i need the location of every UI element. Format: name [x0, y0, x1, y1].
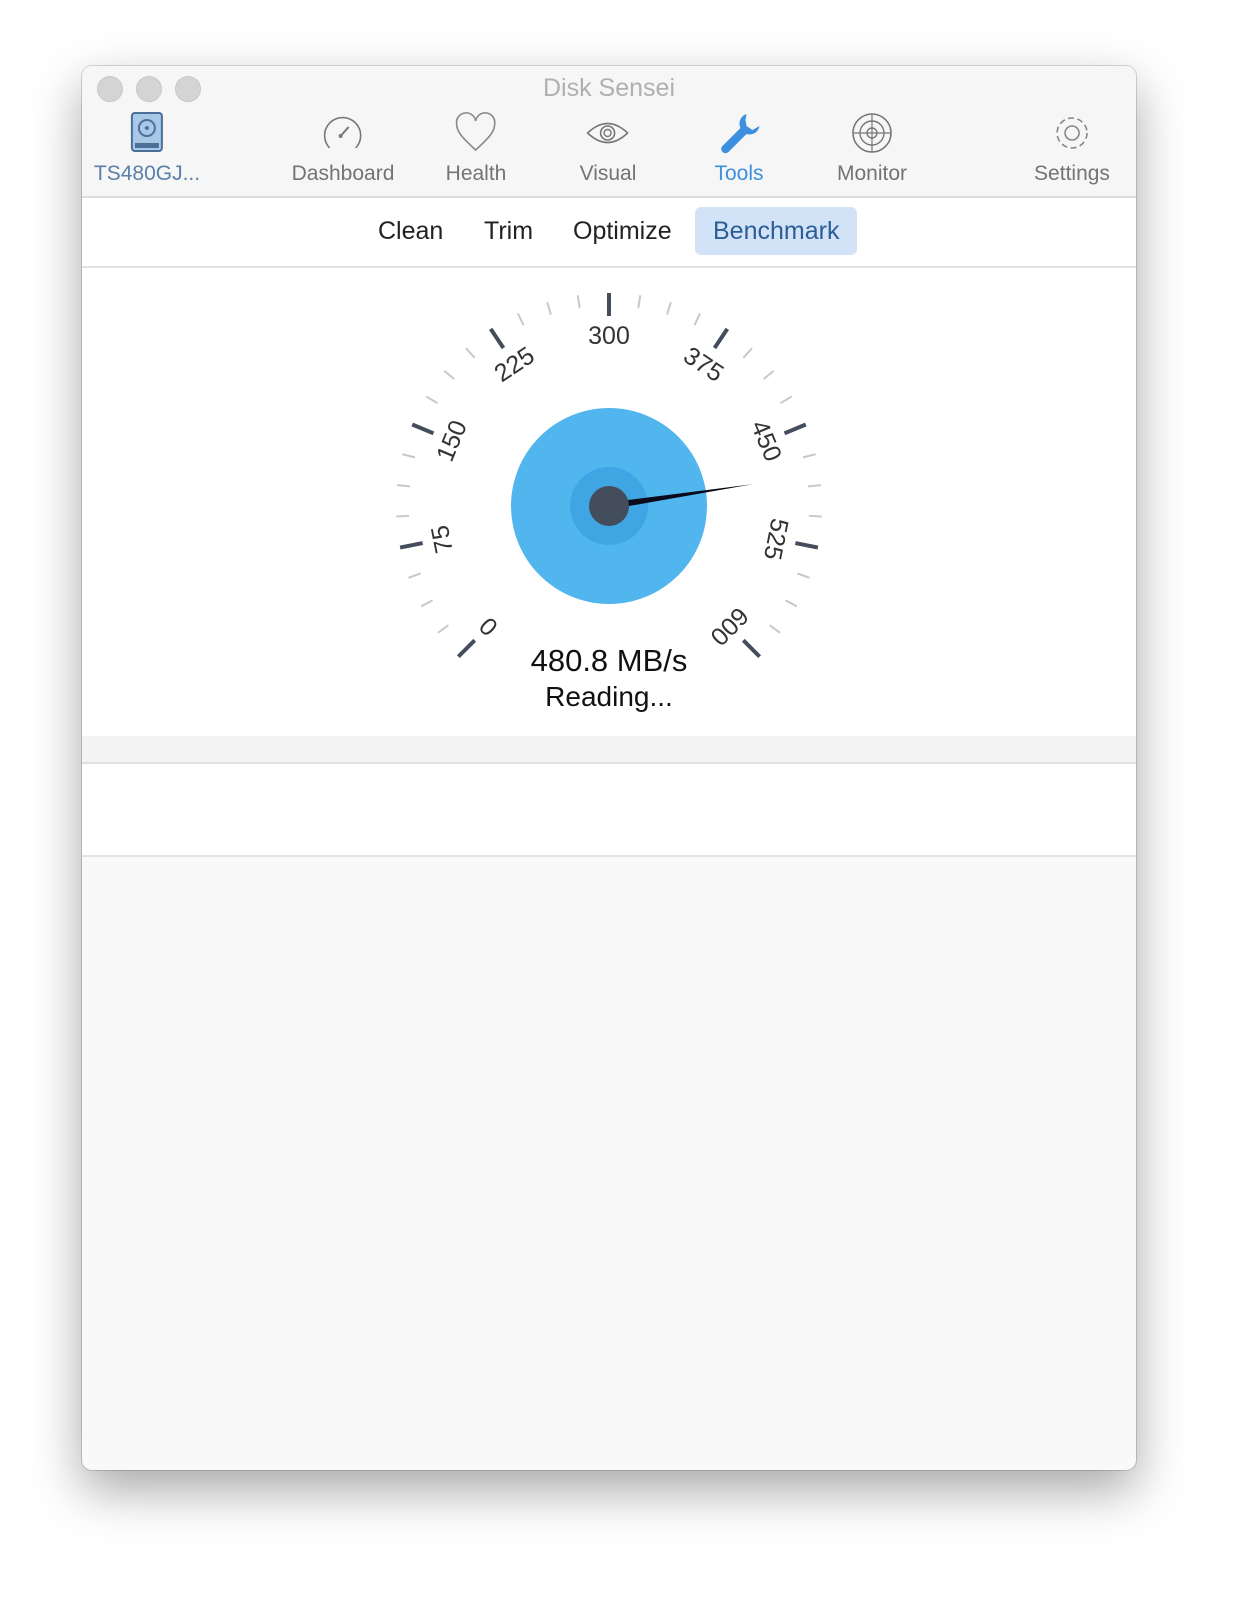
gauge-minor-tick [546, 301, 552, 315]
gauge-tick-label: 75 [426, 523, 459, 556]
results-panel [82, 764, 1136, 857]
gauge-major-tick [783, 422, 807, 436]
benchmark-status: Reading... [545, 681, 673, 712]
benchmark-panel: 0 75 150 225 300 375 450 525 600 480.8 MB/s Read… [82, 268, 1136, 738]
gauge-minor-tick [408, 572, 422, 579]
gauge-tick-label: 525 [758, 516, 794, 562]
gauge-tick-label: 375 [678, 341, 728, 387]
gauge-minor-tick [576, 295, 581, 309]
toolbar-drive[interactable]: TS480GJ... [94, 110, 200, 186]
toolbar-label: Health [445, 162, 507, 185]
gauge-minor-tick [420, 599, 434, 608]
gauge-minor-tick [796, 572, 810, 579]
gauge-major-tick [411, 422, 435, 436]
gauge-minor-tick [762, 370, 775, 380]
radar-icon [852, 113, 892, 153]
gauge-minor-tick [769, 624, 781, 634]
gauge-minor-tick [808, 514, 822, 518]
gauge-minor-tick [693, 313, 701, 326]
tab-optimize[interactable]: Optimize [555, 207, 690, 255]
toolbar-dashboard[interactable]: Dashboard [291, 110, 395, 186]
gauge-major-tick [489, 327, 506, 350]
toolbar-label: Tools [714, 162, 764, 185]
toolbar-monitor[interactable]: Monitor [837, 110, 907, 186]
toolbar-tools[interactable]: Tools [714, 110, 764, 186]
toolbar-label: TS480GJ... [93, 162, 201, 185]
gauge-minor-tick [425, 395, 438, 405]
gauge-major-tick [399, 541, 424, 550]
wrench-icon [720, 114, 759, 154]
gauge-minor-tick [780, 395, 793, 405]
gauge-minor-tick [396, 514, 410, 518]
toolbar-label: Monitor [836, 162, 908, 185]
gauge-major-tick [794, 541, 819, 550]
gauge-minor-tick [637, 295, 642, 309]
toolbar-label: Visual [579, 162, 637, 185]
gauge-minor-tick [784, 599, 798, 608]
app-window: Disk Sensei TS480GJ... Dashboard Health … [82, 66, 1136, 1470]
gauge-major-tick [712, 327, 729, 350]
gauge-tick-label: 300 [588, 322, 630, 350]
heart-icon [456, 112, 496, 152]
eye-icon [586, 122, 630, 144]
tab-clean[interactable]: Clean [360, 207, 461, 255]
toolbar-health[interactable]: Health [445, 110, 507, 186]
titlebar: Disk Sensei TS480GJ... Dashboard Health … [82, 66, 1136, 198]
tools-tab-bar: Clean Trim Optimize Benchmark [82, 198, 1136, 268]
gauge-minor-tick [666, 301, 672, 315]
tab-benchmark[interactable]: Benchmark [695, 207, 858, 255]
gauge-minor-tick [807, 484, 822, 488]
toolbar-settings[interactable]: Settings [1034, 110, 1110, 186]
gear-icon [1056, 117, 1088, 149]
gauge-tick-label: 150 [431, 416, 473, 465]
gauge-tick-label: 450 [745, 416, 787, 465]
gauge-minor-tick [802, 453, 816, 459]
speedometer-icon [324, 116, 362, 149]
gauge-minor-tick [437, 624, 449, 634]
toolbar-visual[interactable]: Visual [579, 110, 637, 186]
toolbar-label: Settings [1034, 162, 1110, 185]
gauge-minor-tick [517, 313, 525, 326]
gauge-tick-label: 225 [489, 341, 539, 387]
speed-readout: 480.8 MB/s [530, 643, 688, 678]
hard-drive-icon [131, 112, 163, 152]
gauge-hub [589, 486, 629, 526]
gauge-minor-tick [396, 484, 411, 488]
gauge-minor-tick [465, 347, 476, 359]
gauge-minor-tick [742, 347, 753, 359]
gauge-tick-label: 0 [474, 611, 504, 641]
toolbar-label: Dashboard [291, 162, 395, 185]
gauge-minor-tick [443, 370, 456, 380]
gauge-minor-tick [402, 453, 416, 459]
window-title: Disk Sensei [543, 74, 675, 102]
divider-strip [82, 736, 1136, 764]
tab-trim[interactable]: Trim [466, 207, 551, 255]
